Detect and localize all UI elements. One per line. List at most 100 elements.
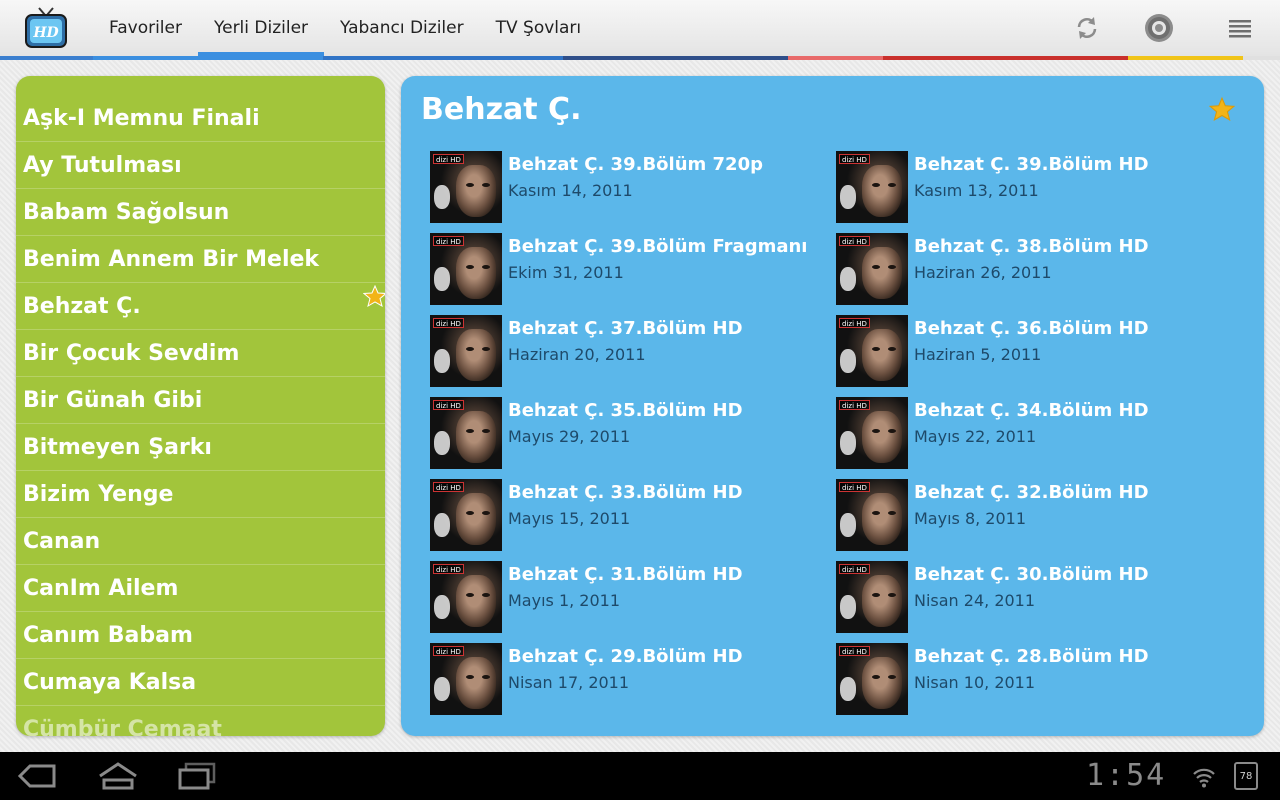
list-item-label: Ay Tutulması [23, 152, 182, 178]
episode-item[interactable]: dizi HD Behzat Ç. 28.Bölüm HD Nisan 10, 20… [836, 643, 1236, 717]
menu-icon[interactable] [1222, 10, 1258, 46]
thumbnail-badge: dizi HD [433, 318, 464, 328]
list-item[interactable]: Bir Çocuk Sevdim [16, 330, 385, 377]
episode-item[interactable]: dizi HD Behzat Ç. 35.Bölüm HD Mayıs 29, 20… [430, 397, 830, 471]
episode-item[interactable]: dizi HD Behzat Ç. 38.Bölüm HD Haziran 26, … [836, 233, 1236, 307]
episode-date: Kasım 14, 2011 [508, 181, 633, 200]
wifi-icon [1193, 768, 1215, 788]
thumbnail-eye [466, 183, 474, 187]
list-item[interactable]: Cumaya Kalsa [16, 659, 385, 706]
thumbnail-face [456, 329, 496, 381]
tab-tv-sovlari[interactable]: TV Şovları [480, 0, 598, 56]
tab-favoriler[interactable]: Favoriler [93, 0, 198, 56]
system-bar: 1:54 78 [0, 752, 1280, 800]
list-item-label: Cumaya Kalsa [23, 669, 197, 695]
tab-yerli-diziler[interactable]: Yerli Diziler [197, 0, 325, 56]
clock[interactable]: 1:54 [1086, 758, 1166, 793]
episode-title: Behzat Ç. 33.Bölüm HD [508, 482, 743, 503]
episode-thumbnail: dizi HD [836, 233, 908, 305]
list-item-label: Canan [23, 528, 101, 554]
thumbnail-eye [482, 511, 490, 515]
thumbnail-badge: dizi HD [839, 318, 870, 328]
episode-item[interactable]: dizi HD Behzat Ç. 30.Bölüm HD Nisan 24, 20… [836, 561, 1236, 635]
list-item[interactable]: Ay Tutulması [16, 142, 385, 189]
recent-apps-icon[interactable] [176, 760, 218, 792]
list-item[interactable]: Aşk-I Memnu Finali [16, 95, 385, 142]
list-item[interactable]: Canım Babam [16, 612, 385, 659]
thumbnail-hand [840, 431, 856, 455]
battery-icon[interactable]: 78 [1234, 762, 1258, 790]
thumbnail-hand [434, 185, 450, 209]
list-item[interactable]: Cümbür Cemaat [16, 706, 385, 737]
thumbnail-face [456, 247, 496, 299]
episode-thumbnail: dizi HD [836, 643, 908, 715]
episode-item[interactable]: dizi HD Behzat Ç. 31.Bölüm HD Mayıs 1, 201… [430, 561, 830, 635]
thumbnail-eye [888, 593, 896, 597]
series-list[interactable]: Aşk-I Memnu Finali Ay Tutulması Babam Sa… [16, 76, 385, 736]
episode-thumbnail: dizi HD [836, 397, 908, 469]
thumbnail-hand [434, 267, 450, 291]
favorite-star-icon[interactable] [1209, 96, 1235, 122]
thumbnail-eye [872, 511, 880, 515]
episode-item[interactable]: dizi HD Behzat Ç. 32.Bölüm HD Mayıs 8, 201… [836, 479, 1236, 553]
list-item[interactable]: Bir Günah Gibi [16, 377, 385, 424]
refresh-icon[interactable] [1069, 10, 1105, 46]
home-icon[interactable] [96, 760, 140, 792]
app-logo-tv-icon[interactable]: HD [24, 6, 68, 50]
thumbnail-face [862, 493, 902, 545]
episode-title: Behzat Ç. 35.Bölüm HD [508, 400, 743, 421]
back-icon[interactable] [16, 760, 58, 792]
list-item-selected[interactable]: Behzat Ç. [16, 283, 385, 330]
list-item[interactable]: Benim Annem Bir Melek [16, 236, 385, 283]
thumbnail-hand [840, 595, 856, 619]
episode-title: Behzat Ç. 31.Bölüm HD [508, 564, 743, 585]
thumbnail-hand [840, 267, 856, 291]
list-item[interactable]: CanIm Ailem [16, 565, 385, 612]
episode-thumbnail: dizi HD [430, 233, 502, 305]
episode-date: Mayıs 1, 2011 [508, 591, 621, 610]
episode-item[interactable]: dizi HD Behzat Ç. 33.Bölüm HD Mayıs 15, 20… [430, 479, 830, 553]
episode-title: Behzat Ç. 38.Bölüm HD [914, 236, 1149, 257]
thumbnail-badge: dizi HD [433, 400, 464, 410]
list-item-label: Bir Çocuk Sevdim [23, 340, 240, 366]
thumbnail-eye [872, 593, 880, 597]
thumbnail-badge: dizi HD [433, 154, 464, 164]
thumbnail-eye [466, 347, 474, 351]
thumbnail-eye [482, 183, 490, 187]
tab-label: TV Şovları [495, 18, 582, 38]
episode-item[interactable]: dizi HD Behzat Ç. 29.Bölüm HD Nisan 17, 20… [430, 643, 830, 717]
episode-item[interactable]: dizi HD Behzat Ç. 39.Bölüm Fragmanı Ekim 3… [430, 233, 830, 307]
list-item[interactable]: Canan [16, 518, 385, 565]
thumbnail-face [862, 411, 902, 463]
thumbnail-badge: dizi HD [433, 646, 464, 656]
gear-icon[interactable] [1141, 10, 1177, 46]
episode-item[interactable]: dizi HD Behzat Ç. 37.Bölüm HD Haziran 20, … [430, 315, 830, 389]
action-bar: HD Favoriler Yerli Diziler Yabancı Dizil… [0, 0, 1280, 56]
episode-thumbnail: dizi HD [836, 479, 908, 551]
episode-thumbnail: dizi HD [430, 643, 502, 715]
list-item-label: Bitmeyen Şarkı [23, 434, 212, 460]
list-item[interactable]: Babam Sağolsun [16, 189, 385, 236]
thumbnail-badge: dizi HD [839, 646, 870, 656]
episode-title: Behzat Ç. 29.Bölüm HD [508, 646, 743, 667]
star-icon [363, 285, 385, 307]
episode-title: Behzat Ç. 32.Bölüm HD [914, 482, 1149, 503]
list-item[interactable]: Bizim Yenge [16, 471, 385, 518]
episode-item[interactable]: dizi HD Behzat Ç. 36.Bölüm HD Haziran 5, 2… [836, 315, 1236, 389]
list-item[interactable]: Bitmeyen Şarkı [16, 424, 385, 471]
series-title: Behzat Ç. [421, 92, 582, 127]
thumbnail-eye [872, 183, 880, 187]
thumbnail-face [456, 575, 496, 627]
thumbnail-hand [840, 677, 856, 701]
thumbnail-eye [888, 347, 896, 351]
tab-yabanci-diziler[interactable]: Yabancı Diziler [324, 0, 480, 56]
episode-item[interactable]: dizi HD Behzat Ç. 34.Bölüm HD Mayıs 22, 20… [836, 397, 1236, 471]
episode-panel: Behzat Ç. dizi HD Behzat Ç. 39.Bölüm 720p… [401, 76, 1264, 736]
episode-title: Behzat Ç. 34.Bölüm HD [914, 400, 1149, 421]
thumbnail-eye [872, 347, 880, 351]
episode-date: Nisan 10, 2011 [914, 673, 1036, 692]
episode-date: Mayıs 29, 2011 [508, 427, 631, 446]
episode-item[interactable]: dizi HD Behzat Ç. 39.Bölüm 720p Kasım 14, … [430, 151, 830, 225]
episode-item[interactable]: dizi HD Behzat Ç. 39.Bölüm HD Kasım 13, 20… [836, 151, 1236, 225]
thumbnail-hand [434, 595, 450, 619]
